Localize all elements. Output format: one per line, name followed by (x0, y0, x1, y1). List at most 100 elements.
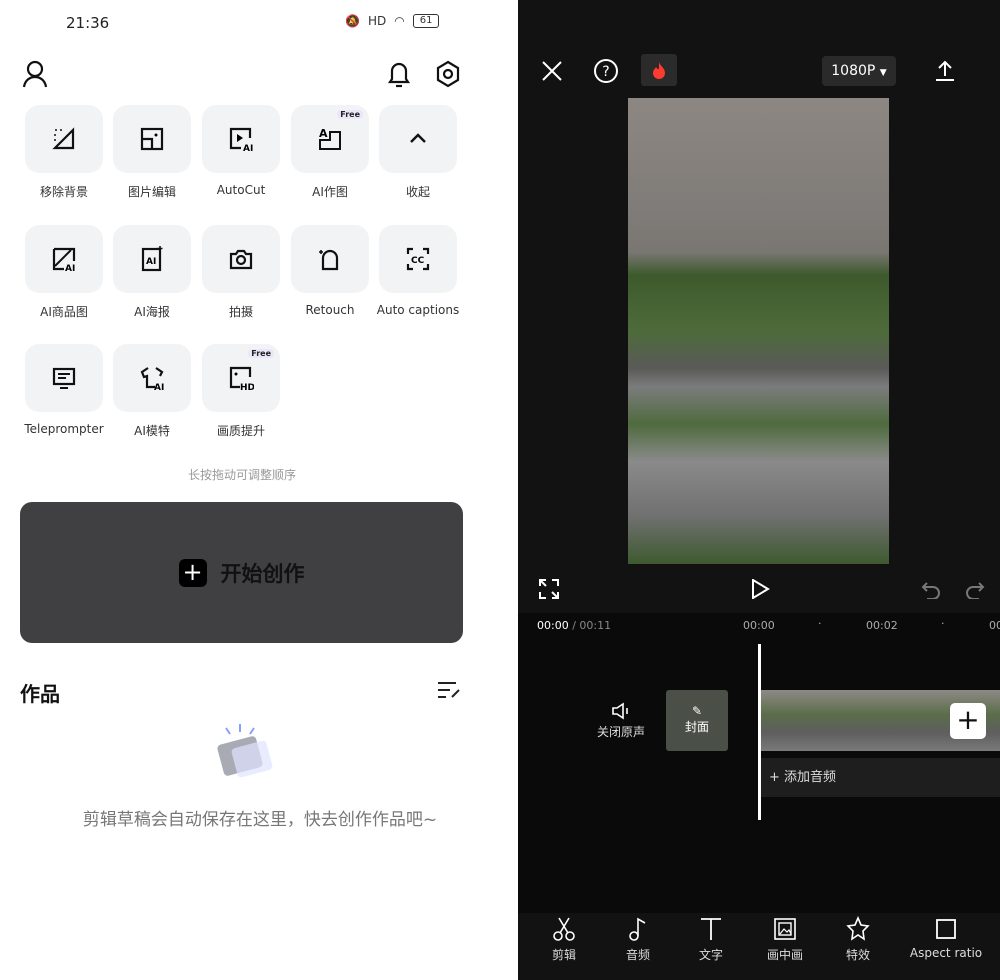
playhead[interactable] (758, 644, 761, 820)
pencil-icon: ✎ (691, 704, 703, 718)
tool-remove-background[interactable] (25, 105, 103, 173)
tool-label: Retouch (305, 303, 355, 317)
tool-label: 移除背景 (39, 185, 88, 199)
tool-teleprompter[interactable] (25, 344, 103, 412)
start-create-button[interactable]: + 开始创作 (20, 502, 463, 643)
cover-button[interactable]: ✎ 封面 (666, 690, 728, 751)
svg-text:A: A (319, 127, 328, 140)
cover-label: 封面 (684, 720, 709, 734)
tool-label: AI商品图 (40, 305, 88, 319)
close-button[interactable] (535, 54, 569, 88)
undo-icon[interactable] (921, 581, 941, 599)
toolbar-label: 文字 (698, 948, 723, 962)
tick-label: 00:02 (866, 619, 898, 632)
picture-in-picture-icon (774, 918, 796, 940)
tool-label: Auto captions (376, 303, 460, 317)
svg-text:AI: AI (65, 264, 75, 272)
tick-label: 00:00 (743, 619, 775, 632)
aspect-ratio-icon (936, 919, 956, 939)
toolbar-label: 画中画 (766, 948, 803, 962)
export-icon (936, 60, 954, 81)
editor-panel: ? 1080P ▼ 00:00 / 00:11 00:00 · 00:02 · … (518, 0, 1000, 980)
status-icons: 🔕 HD ◠ 61 (345, 14, 440, 28)
film-empty-icon (217, 724, 273, 778)
toolbar-label: 特效 (845, 948, 870, 962)
remove-background-icon (52, 127, 75, 150)
tool-retouch[interactable] (291, 225, 369, 293)
toolbar-aspect-ratio[interactable]: Aspect ratio (896, 916, 996, 960)
toolbar-label: Aspect ratio (909, 946, 983, 960)
flame-icon (653, 62, 665, 79)
tool-ai-model[interactable]: AI (113, 344, 191, 412)
free-badge: Free (337, 110, 363, 119)
ai-model-icon: AI (140, 367, 164, 391)
manage-list-icon[interactable] (436, 680, 462, 700)
help-button[interactable]: ? (589, 54, 623, 88)
toolbar-music-note[interactable]: 音频 (598, 916, 678, 963)
tool-label: AI海报 (134, 305, 170, 319)
export-button[interactable] (928, 54, 962, 88)
hd-enhance-icon: HD (229, 366, 254, 391)
tool-chevron-up[interactable] (379, 105, 457, 173)
tool-captions[interactable]: CC (379, 225, 457, 293)
speaker-icon (612, 702, 628, 720)
caret-down-icon: ▼ (879, 68, 887, 78)
tool-label: 收起 (405, 185, 430, 199)
tick-label: 00 (989, 619, 1000, 632)
tick-dot: · (818, 617, 822, 630)
toolbar-scissors[interactable]: 剪辑 (524, 916, 604, 963)
tool-image-edit[interactable] (113, 105, 191, 173)
tick-dot: · (941, 617, 945, 630)
retouch-icon (319, 249, 339, 271)
tool-label: AutoCut (216, 183, 266, 197)
ai-image-icon: A (319, 127, 341, 150)
toolbar-text[interactable]: 文字 (671, 916, 751, 963)
tool-label: AI作图 (312, 185, 348, 199)
ai-poster-icon: AI (141, 246, 163, 272)
ai-product-icon: AI (52, 247, 75, 272)
reorder-hint: 长按拖动可调整顺序 (187, 468, 296, 482)
plus-icon: + (178, 558, 207, 587)
add-audio-button[interactable]: + 添加音频 (761, 758, 1000, 797)
chevron-up-icon (410, 133, 426, 143)
resolution-value: 1080P (831, 63, 876, 79)
tool-camera[interactable] (202, 225, 280, 293)
redo-icon[interactable] (965, 581, 985, 599)
tool-ai-poster[interactable]: AI (113, 225, 191, 293)
svg-text:AI: AI (146, 257, 156, 267)
tool-hd-enhance[interactable]: HD Free (202, 344, 280, 412)
toolbar-picture-in-picture[interactable]: 画中画 (745, 916, 825, 963)
music-note-icon (629, 917, 646, 941)
close-icon (542, 61, 562, 81)
scissors-icon (553, 917, 575, 941)
tool-label: 拍摄 (228, 305, 253, 319)
profile-icon[interactable] (22, 60, 48, 88)
tool-ai-product[interactable]: AI (25, 225, 103, 293)
hot-button[interactable] (641, 54, 677, 86)
bell-icon[interactable] (386, 60, 412, 88)
tool-ai-image[interactable]: A Free (291, 105, 369, 173)
current-time: 00:00 (537, 619, 569, 632)
settings-icon[interactable] (435, 60, 461, 88)
resolution-dropdown[interactable]: 1080P ▼ (822, 56, 896, 86)
tool-label: Teleprompter (24, 422, 104, 436)
signal-icon: HD (367, 14, 387, 28)
help-icon: ? (594, 59, 618, 83)
fullscreen-icon[interactable] (539, 579, 559, 599)
svg-text:AI: AI (243, 144, 253, 152)
play-icon[interactable] (750, 579, 770, 599)
empty-state-text: 剪辑草稿会自动保存在这里，快去创作作品吧~ (82, 810, 438, 830)
teleprompter-icon (52, 367, 76, 389)
video-preview[interactable] (628, 98, 889, 564)
autocut-icon: AI (229, 127, 253, 152)
mute-original-button[interactable]: 关闭原声 (596, 702, 646, 740)
add-clip-button[interactable]: + (950, 703, 986, 739)
toolbar-effects-star[interactable]: 特效 (818, 916, 898, 963)
add-audio-label: 添加音频 (784, 770, 837, 785)
tool-autocut[interactable]: AI (202, 105, 280, 173)
tool-label: AI模特 (134, 424, 170, 438)
tool-label: 画质提升 (216, 424, 265, 438)
total-time: / 00:11 (572, 619, 612, 632)
svg-text:HD: HD (240, 383, 254, 391)
toolbar-label: 剪辑 (551, 948, 576, 962)
